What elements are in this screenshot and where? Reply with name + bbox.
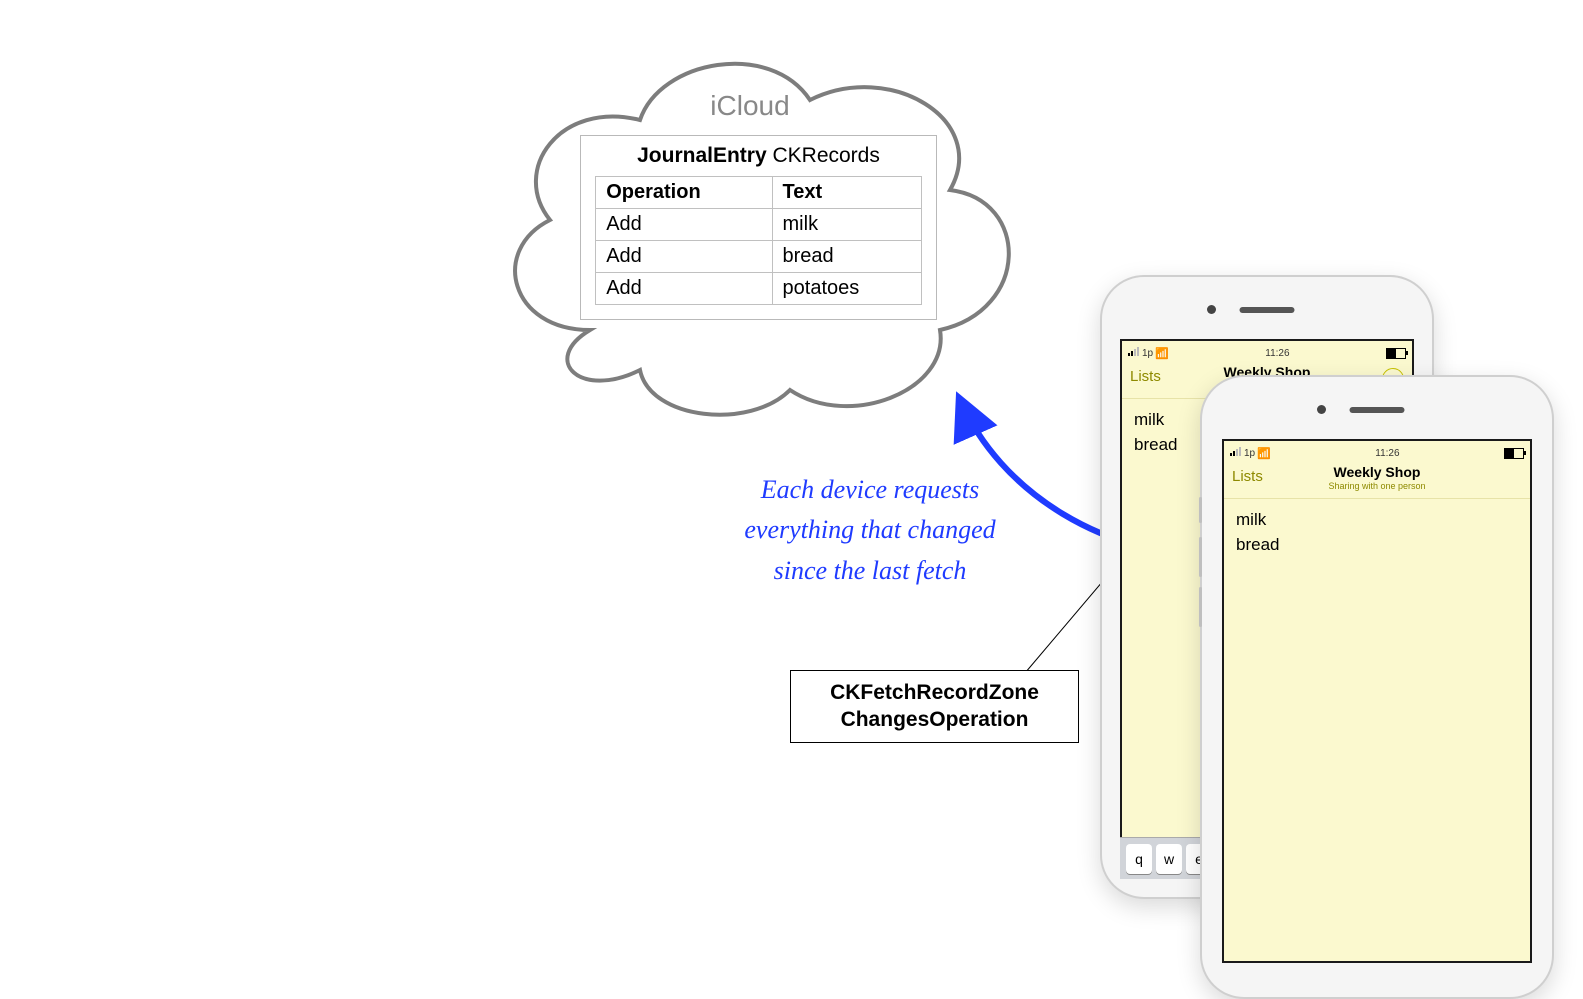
records-row: Add potatoes: [596, 273, 922, 305]
records-table-box: JournalEntry CKRecords Operation Text Ad…: [580, 135, 937, 320]
annotation-line: everything that changed: [660, 510, 1080, 550]
signal-bars-icon: [1128, 347, 1140, 359]
keyboard-key[interactable]: q: [1126, 844, 1152, 874]
operation-label-line: ChangesOperation: [797, 706, 1072, 733]
phone-device-front: 1p 📶 11:26 Lists Weekly Shop Sharing wit…: [1200, 375, 1554, 999]
records-header-row: Operation Text: [596, 177, 922, 209]
phone-screen: 1p 📶 11:26 Lists Weekly Shop Sharing wit…: [1222, 439, 1532, 963]
status-bar: 1p 📶 11:26: [1122, 341, 1412, 362]
phone-earpiece-icon: [1240, 307, 1295, 313]
mute-switch-icon: [1199, 497, 1202, 523]
cell-op: Add: [596, 209, 772, 241]
cloud-title: iCloud: [470, 90, 1030, 122]
wifi-icon: 📶: [1257, 447, 1271, 460]
cell-text: milk: [772, 209, 921, 241]
cell-op: Add: [596, 273, 772, 305]
status-battery: [1386, 348, 1406, 359]
records-title-rest: CKRecords: [767, 144, 880, 167]
operation-label-line: CKFetchRecordZone: [797, 679, 1072, 706]
status-battery: [1504, 448, 1524, 459]
status-carrier: 1p: [1142, 348, 1153, 359]
note-line: milk: [1236, 509, 1518, 532]
records-title-bold: JournalEntry: [637, 144, 767, 167]
volume-down-icon: [1199, 587, 1202, 627]
operation-label-box: CKFetchRecordZone ChangesOperation: [790, 670, 1079, 743]
records-row: Add milk: [596, 209, 922, 241]
keyboard-key[interactable]: w: [1156, 844, 1182, 874]
records-table-title: JournalEntry CKRecords: [581, 136, 936, 176]
nav-bar: Lists Weekly Shop Sharing with one perso…: [1224, 462, 1530, 499]
wifi-icon: 📶: [1155, 347, 1169, 360]
battery-icon: [1504, 448, 1524, 459]
records-table: Operation Text Add milk Add bread Add po…: [595, 176, 922, 305]
phone-camera-icon: [1317, 405, 1326, 414]
status-signal: 1p 📶: [1128, 347, 1169, 360]
status-time: 11:26: [1375, 448, 1399, 459]
cell-text: potatoes: [772, 273, 921, 305]
annotation-line: Each device requests: [660, 470, 1080, 510]
note-body[interactable]: milk bread: [1224, 499, 1530, 569]
annotation-text: Each device requests everything that cha…: [660, 470, 1080, 591]
cell-text: bread: [772, 241, 921, 273]
status-time: 11:26: [1265, 348, 1289, 359]
battery-icon: [1386, 348, 1406, 359]
nav-title: Weekly Shop: [1224, 464, 1530, 480]
status-carrier: 1p: [1244, 448, 1255, 459]
status-signal: 1p 📶: [1230, 447, 1271, 460]
signal-bars-icon: [1230, 447, 1242, 459]
col-text: Text: [772, 177, 921, 209]
cell-op: Add: [596, 241, 772, 273]
note-line: bread: [1236, 534, 1518, 557]
col-operation: Operation: [596, 177, 772, 209]
cloud-container: iCloud JournalEntry CKRecords Operation …: [470, 30, 1030, 430]
annotation-line: since the last fetch: [660, 551, 1080, 591]
records-row: Add bread: [596, 241, 922, 273]
status-bar: 1p 📶 11:26: [1224, 441, 1530, 462]
volume-up-icon: [1199, 537, 1202, 577]
nav-subtitle: Sharing with one person: [1224, 481, 1530, 491]
phone-camera-icon: [1207, 305, 1216, 314]
phone-earpiece-icon: [1350, 407, 1405, 413]
